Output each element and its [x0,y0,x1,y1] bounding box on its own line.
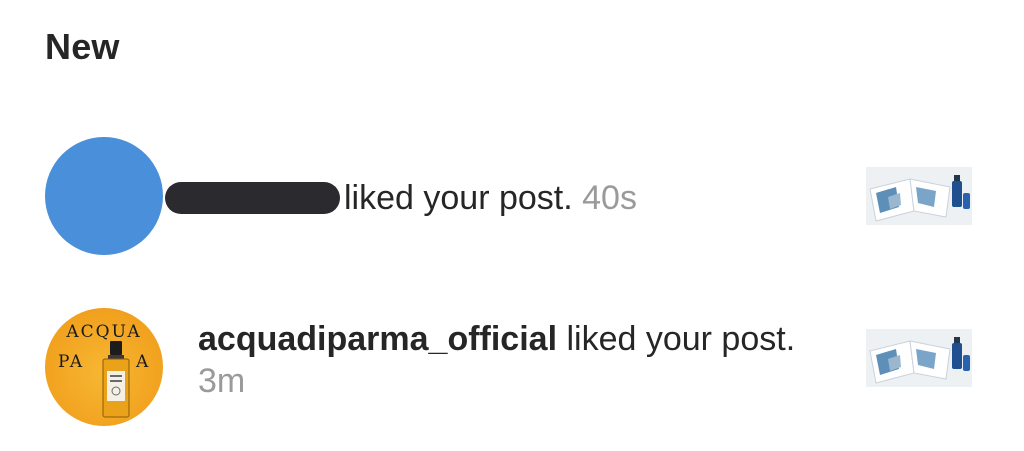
notification-text: liked your post. 40s [165,177,637,219]
timestamp: 40s [582,179,637,217]
notification-row[interactable]: ACQUA PA A acquadiparma_official liked y… [0,290,1024,426]
notification-row[interactable]: liked your post. 40s [0,130,1024,265]
section-title-new: New [45,26,120,67]
post-thumbnail[interactable] [866,167,972,225]
magazine-thumbnail-icon [866,329,972,387]
action-text: liked your post. [566,320,796,358]
perfume-bottle-icon [102,341,130,418]
avatar[interactable] [45,137,163,255]
redacted-username [165,182,340,214]
magazine-thumbnail-icon [866,167,972,225]
action-text: liked your post. [344,179,573,217]
brand-logo-text-top: ACQUA [66,322,142,342]
brand-logo-text-left: PA [58,352,85,372]
post-thumbnail[interactable] [866,329,972,387]
notification-text: acquadiparma_official liked your post. 3… [198,318,828,402]
timestamp: 3m [198,362,246,400]
brand-logo-text-right: A [136,352,149,372]
avatar[interactable]: ACQUA PA A [45,308,163,426]
username-link[interactable]: acquadiparma_official [198,320,557,358]
